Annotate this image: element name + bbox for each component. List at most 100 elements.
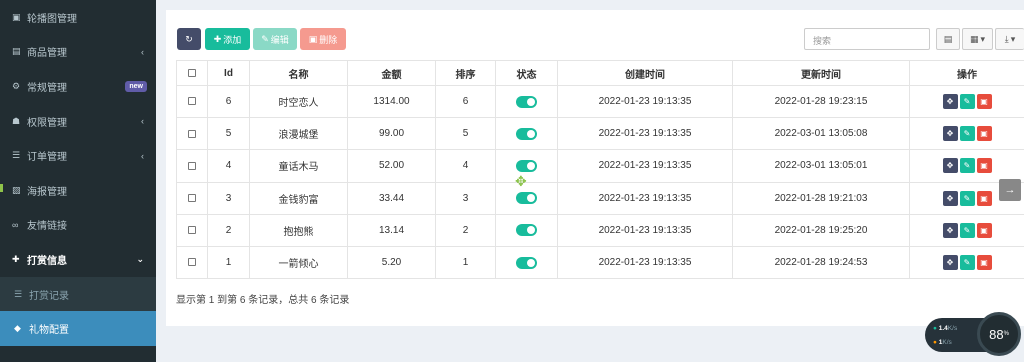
row-checkbox[interactable] bbox=[188, 161, 196, 170]
new-badge: new bbox=[125, 80, 147, 92]
edit-button[interactable]: ✎ 编辑 bbox=[253, 28, 297, 50]
cell-name: 浪漫城堡 bbox=[249, 117, 348, 151]
table-row[interactable]: 2 抱抱熊 13.14 2 2022-01-23 19:13:35 2022-0… bbox=[176, 213, 1024, 247]
cell-id: 3 bbox=[207, 181, 250, 215]
cell-amount: 52.00 bbox=[347, 149, 436, 183]
caret-down-icon: ▾ bbox=[1010, 33, 1016, 44]
status-toggle[interactable] bbox=[516, 256, 537, 269]
row-delete-button[interactable]: ▣ bbox=[976, 158, 992, 174]
drag-sort-button[interactable]: ✥ bbox=[942, 255, 958, 271]
columns-icon: ▦ bbox=[969, 33, 979, 44]
sidebar-item-label: 海报管理 bbox=[27, 186, 67, 198]
table-row[interactable]: 1 一箭倾心 5.20 1 2022-01-23 19:13:35 2022-0… bbox=[176, 245, 1024, 280]
export-button[interactable]: ⤓ ▾ bbox=[995, 28, 1024, 50]
sidebar-item-goods[interactable]: ▤ 商品管理 ‹ bbox=[0, 35, 156, 70]
cell-amount: 13.14 bbox=[347, 213, 436, 247]
drag-sort-button[interactable]: ✥ bbox=[942, 190, 958, 206]
row-edit-button[interactable]: ✎ bbox=[959, 94, 975, 110]
drag-sort-button[interactable]: ✥ bbox=[942, 222, 958, 238]
row-delete-button[interactable]: ▣ bbox=[976, 255, 992, 271]
row-delete-button[interactable]: ▣ bbox=[976, 126, 992, 142]
cell-updated: 2022-01-28 19:23:15 bbox=[732, 84, 910, 119]
download-dot-icon: ● bbox=[933, 339, 937, 346]
image-icon: ▣ bbox=[12, 11, 21, 22]
sidebar-item-reward-info[interactable]: ✚ 打赏信息 ⌄ bbox=[0, 242, 156, 277]
row-edit-button[interactable]: ✎ bbox=[959, 255, 975, 271]
edit-button-label: 编辑 bbox=[270, 34, 289, 45]
refresh-icon: ↻ bbox=[185, 33, 193, 44]
column-header[interactable]: Id bbox=[207, 60, 250, 86]
sidebar-item-orders[interactable]: ☰ 订单管理 ‹ bbox=[0, 138, 156, 173]
table-row[interactable]: 6 时空恋人 1314.00 6 2022-01-23 19:13:35 202… bbox=[176, 84, 1024, 119]
columns-button[interactable]: ▦ ▾ bbox=[962, 28, 993, 50]
sidebar-item-reward-records[interactable]: ☰ 打赏记录 bbox=[0, 276, 156, 312]
sidebar-item-gift-config[interactable]: ◆ 礼物配置 bbox=[0, 311, 156, 346]
move-cursor-icon: ✥ bbox=[515, 173, 527, 189]
sidebar-item-general[interactable]: ⚙ 常规管理 new bbox=[0, 69, 156, 104]
download-speed: ● 1K/s bbox=[933, 339, 952, 346]
cell-amount: 33.44 bbox=[347, 181, 436, 215]
cell-created: 2022-01-23 19:13:35 bbox=[557, 245, 733, 280]
sidebar: ▣ 轮播图管理 ▤ 商品管理 ‹ ⚙ 常规管理 new ☗ 权限管理 ‹ ☰ 订… bbox=[0, 0, 156, 362]
pagination-summary: 显示第 1 到第 6 条记录，总共 6 条记录 bbox=[176, 295, 350, 306]
status-toggle[interactable] bbox=[516, 95, 537, 108]
sidebar-item-label: 权限管理 bbox=[27, 117, 67, 129]
chevron-down-icon: ⌄ bbox=[136, 253, 144, 264]
pencil-icon: ✎ bbox=[261, 33, 269, 44]
cell-sort: 4 bbox=[435, 149, 496, 183]
row-edit-button[interactable]: ✎ bbox=[959, 126, 975, 142]
drag-sort-button[interactable]: ✥ bbox=[942, 158, 958, 174]
arrow-right-icon[interactable]: → bbox=[999, 179, 1021, 201]
link-icon: ∞ bbox=[12, 219, 19, 230]
table-row[interactable]: 3 金钱豹富 33.44 3 2022-01-23 19:13:35 2022-… bbox=[176, 181, 1024, 215]
row-checkbox[interactable] bbox=[188, 129, 196, 138]
row-checkbox[interactable] bbox=[188, 97, 196, 106]
row-edit-button[interactable]: ✎ bbox=[959, 190, 975, 206]
trash-icon: ▣ bbox=[308, 33, 318, 44]
sidebar-item-label: 常规管理 bbox=[27, 82, 67, 94]
add-button[interactable]: ✚ 添加 bbox=[205, 28, 250, 50]
table-row[interactable]: 4 童话木马 52.00 4 2022-01-23 19:13:35 2022-… bbox=[176, 149, 1024, 183]
cogs-icon: ⚙ bbox=[12, 80, 21, 91]
cell-id: 2 bbox=[207, 213, 250, 247]
status-toggle[interactable] bbox=[516, 192, 537, 205]
row-checkbox[interactable] bbox=[188, 258, 196, 267]
cell-id: 4 bbox=[207, 149, 250, 183]
usage-gauge[interactable]: 88% bbox=[977, 312, 1021, 356]
sidebar-item-label: 订单管理 bbox=[27, 152, 67, 164]
cell-amount: 5.20 bbox=[347, 245, 436, 280]
cell-id: 6 bbox=[207, 84, 250, 119]
sidebar-item-carousel[interactable]: ▣ 轮播图管理 bbox=[0, 0, 156, 35]
cell-name: 一箭倾心 bbox=[249, 245, 348, 280]
row-checkbox[interactable] bbox=[188, 194, 196, 203]
drag-sort-button[interactable]: ✥ bbox=[942, 126, 958, 142]
table-row[interactable]: 5 浪漫城堡 99.00 5 2022-01-23 19:13:35 2022-… bbox=[176, 117, 1024, 151]
select-all-checkbox[interactable] bbox=[188, 68, 196, 77]
status-toggle[interactable] bbox=[516, 127, 537, 140]
cell-updated: 2022-03-01 13:05:08 bbox=[732, 117, 910, 151]
cell-amount: 1314.00 bbox=[347, 84, 436, 119]
row-edit-button[interactable]: ✎ bbox=[959, 222, 975, 238]
status-toggle[interactable] bbox=[516, 224, 537, 237]
column-header: 排序 bbox=[435, 60, 496, 86]
drag-sort-button[interactable]: ✥ bbox=[942, 94, 958, 110]
sidebar-item-links[interactable]: ∞ 友情链接 bbox=[0, 208, 156, 243]
sidebar-item-permission[interactable]: ☗ 权限管理 ‹ bbox=[0, 104, 156, 139]
refresh-button[interactable]: ↻ bbox=[177, 28, 201, 50]
column-header: 创建时间 bbox=[557, 60, 733, 86]
sidebar-item-label: 友情链接 bbox=[27, 221, 67, 233]
row-delete-button[interactable]: ▣ bbox=[976, 190, 992, 206]
select-all-header[interactable] bbox=[176, 60, 208, 86]
book-icon: ▤ bbox=[12, 46, 21, 57]
row-delete-button[interactable]: ▣ bbox=[976, 222, 992, 238]
cell-sort: 6 bbox=[435, 84, 496, 119]
sidebar-item-poster[interactable]: ▨ 海报管理 bbox=[0, 173, 156, 208]
status-toggle[interactable] bbox=[516, 159, 537, 172]
row-checkbox[interactable] bbox=[188, 226, 196, 235]
toggle-view-button[interactable]: ▤ bbox=[936, 28, 960, 50]
row-edit-button[interactable]: ✎ bbox=[959, 158, 975, 174]
search-input[interactable]: 搜索 bbox=[804, 28, 930, 50]
cell-created: 2022-01-23 19:13:35 bbox=[557, 213, 733, 247]
delete-button[interactable]: ▣ 删除 bbox=[300, 28, 346, 50]
row-delete-button[interactable]: ▣ bbox=[976, 94, 992, 110]
